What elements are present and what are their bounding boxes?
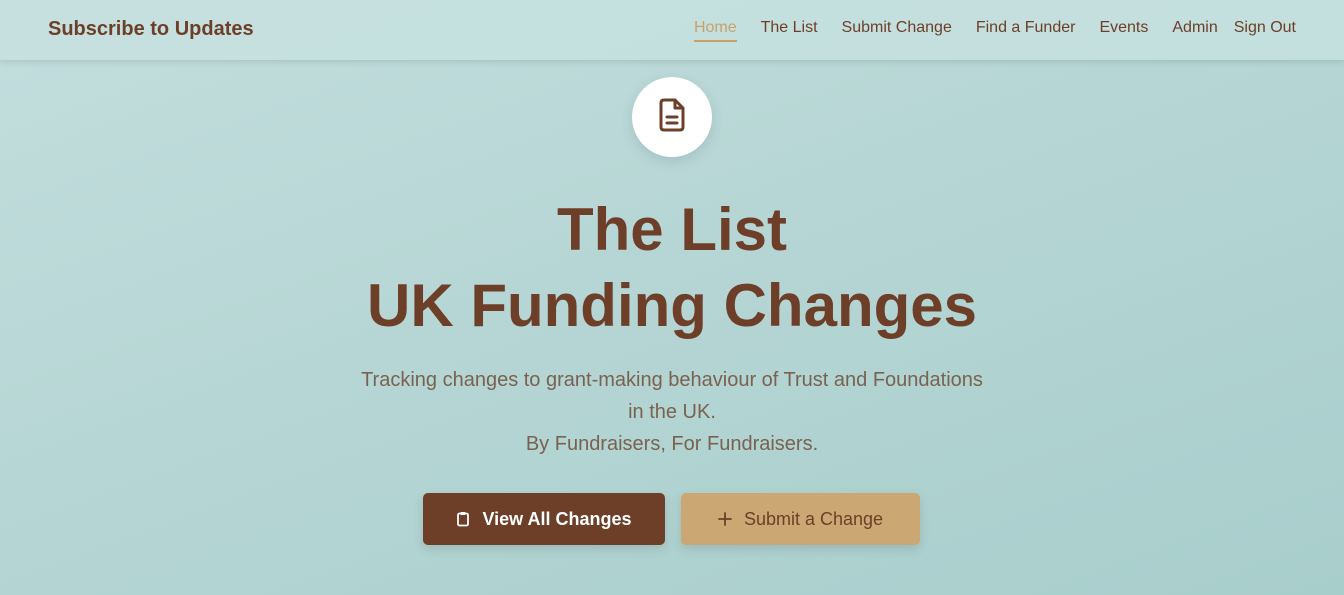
hero-icon-circle (632, 77, 712, 157)
main-nav: Home The List Submit Change Find a Funde… (670, 19, 1296, 42)
title-line-1: The List (556, 196, 787, 263)
submit-a-change-label: Submit a Change (743, 508, 884, 529)
page-title: The List UK Funding Changes (0, 192, 1344, 344)
subtitle-line-1: Tracking changes to grant-making behavio… (361, 369, 983, 391)
view-all-changes-button[interactable]: View All Changes (423, 493, 665, 545)
subtitle-line-2: in the UK. (628, 401, 716, 423)
clipboard-icon (456, 511, 470, 527)
document-icon (657, 98, 687, 137)
nav-events[interactable]: Events (1099, 19, 1148, 42)
top-navbar: Subscribe to Updates Home The List Submi… (0, 0, 1344, 60)
nav-find-a-funder[interactable]: Find a Funder (976, 19, 1076, 42)
sign-out-link[interactable]: Sign Out (1234, 19, 1296, 42)
submit-a-change-button[interactable]: Submit a Change (681, 493, 920, 545)
nav-submit-change[interactable]: Submit Change (842, 19, 952, 42)
nav-the-list[interactable]: The List (761, 19, 818, 42)
nav-admin[interactable]: Admin (1172, 19, 1217, 42)
page-subtitle: Tracking changes to grant-making behavio… (0, 364, 1344, 460)
nav-home[interactable]: Home (693, 19, 737, 42)
title-line-2: UK Funding Changes (367, 272, 977, 339)
view-all-changes-label: View All Changes (482, 508, 632, 529)
subtitle-line-3: By Fundraisers, For Fundraisers. (525, 433, 819, 455)
plus-icon (718, 512, 732, 526)
subscribe-link[interactable]: Subscribe to Updates (48, 18, 254, 41)
